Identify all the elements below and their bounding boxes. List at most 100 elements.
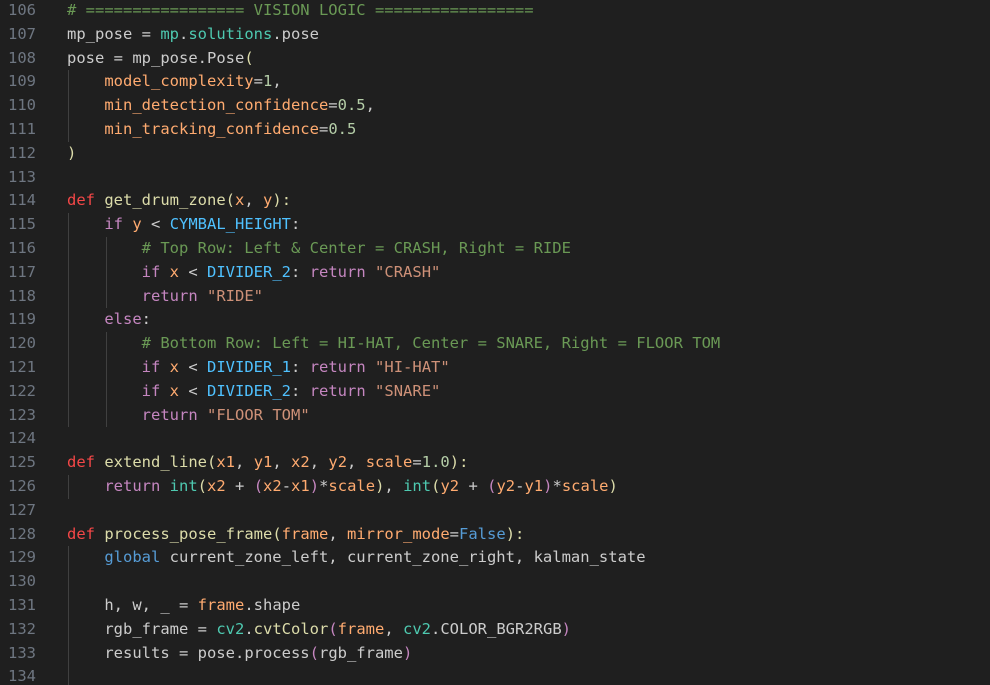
code-token: ): bbox=[272, 191, 292, 210]
code-token: if bbox=[104, 215, 123, 234]
code-line[interactable]: 123 return "FLOOR TOM" bbox=[0, 403, 990, 428]
code-token: else bbox=[104, 310, 142, 329]
code-token: * bbox=[552, 476, 562, 495]
code-line[interactable]: 130 bbox=[0, 570, 990, 594]
code-token: y2 bbox=[440, 476, 460, 495]
line-number: 122 bbox=[8, 381, 36, 400]
code-text: ) bbox=[67, 142, 76, 166]
code-token: .Pose bbox=[197, 48, 245, 67]
code-line[interactable]: 119 else: bbox=[0, 308, 990, 333]
code-token: frame bbox=[281, 524, 329, 543]
code-line[interactable]: 131 h, w, _ = frame.shape bbox=[0, 593, 990, 618]
code-token: get_drum_zone bbox=[104, 191, 226, 210]
code-token: = bbox=[318, 119, 329, 138]
code-line[interactable]: 108 pose = mp_pose.Pose( bbox=[0, 47, 990, 71]
code-token: results = pose. bbox=[104, 643, 245, 662]
code-line[interactable]: 107 mp_pose = mp.solutions.pose bbox=[0, 23, 990, 47]
code-token: mp_pose bbox=[132, 48, 198, 67]
code-line[interactable]: 120 # Bottom Row: Left = HI-HAT, Center … bbox=[0, 332, 990, 356]
line-number: 114 bbox=[8, 191, 36, 210]
code-token: process_pose_frame bbox=[104, 524, 273, 543]
code-text: global current_zone_left, current_zone_r… bbox=[67, 546, 645, 570]
code-text: if y < CYMBAL_HEIGHT: bbox=[67, 213, 300, 237]
code-token: : bbox=[141, 310, 151, 329]
code-token: def bbox=[67, 191, 95, 210]
code-line[interactable]: 114 def get_drum_zone(x, y): bbox=[0, 189, 990, 213]
code-token: = bbox=[132, 24, 161, 43]
code-token: return bbox=[104, 476, 161, 495]
line-number: 115 bbox=[8, 215, 36, 234]
code-line[interactable]: 124 bbox=[0, 427, 990, 451]
code-text: # Top Row: Left & Center = CRASH, Right … bbox=[67, 237, 571, 261]
code-line[interactable]: 133 results = pose.process(rgb_frame) bbox=[0, 641, 990, 666]
code-token: * bbox=[319, 476, 329, 495]
code-token: , bbox=[328, 524, 348, 543]
code-token: ): bbox=[505, 524, 525, 543]
code-token: cv2 bbox=[403, 619, 431, 638]
code-token: 0.5 bbox=[328, 119, 357, 138]
code-line[interactable]: 110 min_detection_confidence=0.5, bbox=[0, 94, 990, 118]
code-token: # Top Row: Left & Center = CRASH, Right … bbox=[141, 238, 571, 257]
code-line[interactable]: 128 def process_pose_frame(frame, mirror_… bbox=[0, 523, 990, 547]
code-token: return bbox=[309, 381, 366, 400]
code-line[interactable]: 121 if x < DIVIDER_1: return "HI-HAT" bbox=[0, 355, 990, 380]
code-token: y2 bbox=[328, 453, 348, 472]
code-editor[interactable]: 106 # ================= VISION LOGIC ====… bbox=[0, 0, 990, 685]
code-text: min_detection_confidence=0.5, bbox=[67, 94, 375, 118]
code-line[interactable]: 134 bbox=[0, 665, 990, 685]
line-number: 123 bbox=[8, 405, 36, 424]
code-token: : bbox=[291, 357, 310, 376]
code-token: ( bbox=[225, 191, 236, 210]
code-token: y bbox=[263, 191, 273, 210]
code-line[interactable]: 127 bbox=[0, 499, 990, 523]
code-token: ) bbox=[561, 619, 571, 638]
code-line[interactable]: 122 if x < DIVIDER_2: return "SNARE" bbox=[0, 379, 990, 404]
code-token: x2 bbox=[207, 476, 226, 495]
code-token: min_tracking_confidence bbox=[104, 119, 319, 138]
code-line[interactable]: 125 def extend_line(x1, y1, x2, y2, scale… bbox=[0, 451, 990, 475]
code-token: "RIDE" bbox=[207, 286, 263, 305]
code-text: # Bottom Row: Left = HI-HAT, Center = SN… bbox=[67, 332, 721, 356]
code-line[interactable]: 115 if y < CYMBAL_HEIGHT: bbox=[0, 213, 990, 237]
code-line[interactable]: 111 min_tracking_confidence=0.5 bbox=[0, 117, 990, 142]
code-line[interactable]: 117 if x < DIVIDER_2: return "CRASH" bbox=[0, 260, 990, 285]
code-token: frame bbox=[337, 619, 385, 638]
line-number: 111 bbox=[8, 119, 36, 138]
code-token: = bbox=[412, 453, 422, 472]
code-token: cvtColor bbox=[253, 619, 329, 638]
code-text: return "FLOOR TOM" bbox=[67, 404, 310, 428]
code-line[interactable]: 132 rgb_frame = cv2.cvtColor(frame, cv2.… bbox=[0, 617, 990, 642]
indent-guide bbox=[68, 570, 69, 594]
code-token: ) bbox=[309, 476, 320, 495]
code-token: return bbox=[141, 405, 198, 424]
code-token: , bbox=[235, 453, 254, 472]
code-line[interactable]: 118 return "RIDE" bbox=[0, 284, 990, 309]
code-line[interactable]: 109 model_complexity=1, bbox=[0, 70, 990, 95]
code-text: return "RIDE" bbox=[67, 285, 263, 309]
code-line[interactable]: 112) bbox=[0, 142, 990, 166]
code-line[interactable]: 126 return int(x2 + (x2-x1)*scale), int(… bbox=[0, 474, 990, 499]
line-number: 106 bbox=[8, 1, 36, 19]
code-token: # ================= VISION LOGIC =======… bbox=[67, 1, 534, 19]
code-line[interactable]: 116 # Top Row: Left & Center = CRASH, Ri… bbox=[0, 236, 990, 261]
code-line[interactable]: 106 # ================= VISION LOGIC ====… bbox=[0, 0, 990, 23]
code-line[interactable]: 113 bbox=[0, 166, 990, 190]
code-token: DIVIDER_2 bbox=[207, 381, 292, 400]
line-number: 116 bbox=[8, 238, 36, 257]
code-token: .shape bbox=[244, 595, 301, 614]
line-number: 128 bbox=[8, 524, 36, 543]
code-token: x bbox=[169, 357, 180, 376]
code-line[interactable]: 129 global current_zone_left, current_zo… bbox=[0, 546, 990, 571]
code-token: , bbox=[384, 476, 404, 495]
code-token: , bbox=[365, 96, 375, 115]
code-token: return bbox=[309, 357, 366, 376]
line-number: 118 bbox=[8, 286, 36, 305]
code-token: + bbox=[225, 476, 254, 495]
